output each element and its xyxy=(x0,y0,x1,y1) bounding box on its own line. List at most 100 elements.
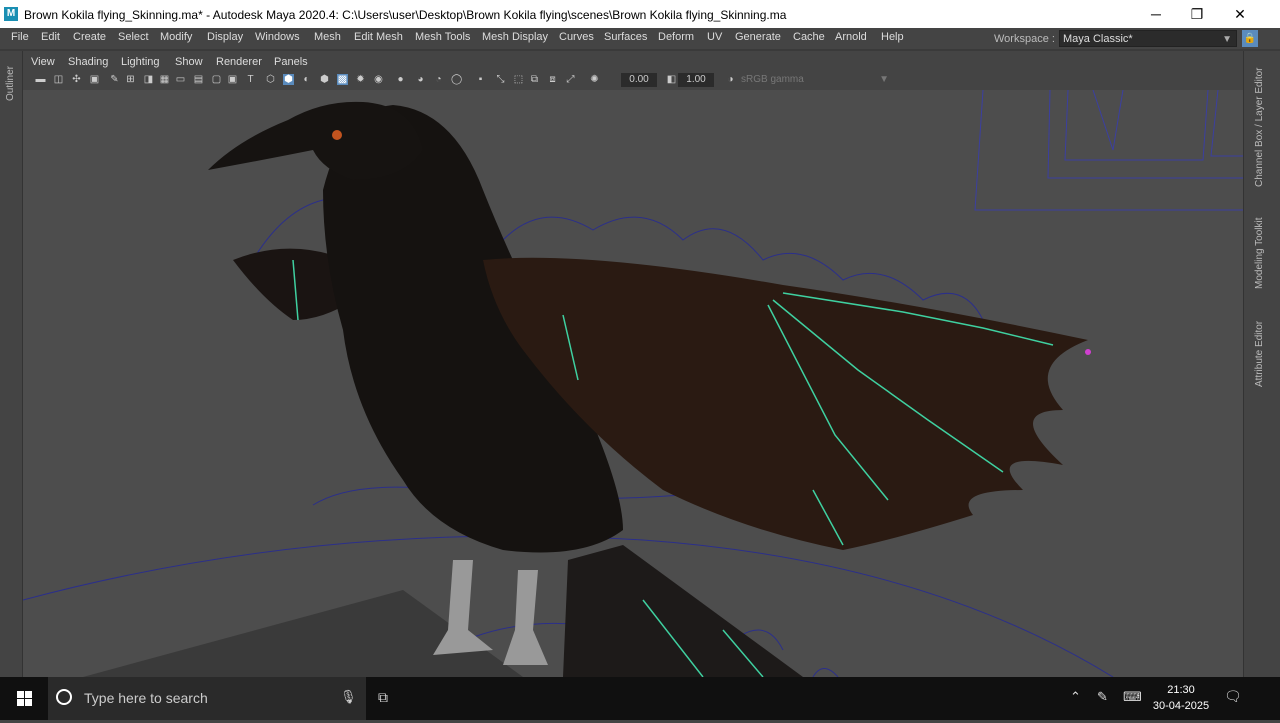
panel-menu-view[interactable]: View xyxy=(31,56,55,68)
xray-icon[interactable]: ▩ xyxy=(337,74,348,85)
outliner-dock[interactable]: Outliner xyxy=(0,51,23,677)
lock-icon[interactable]: 🔒 xyxy=(1242,30,1258,47)
grid-toggle-icon[interactable]: ⧉ xyxy=(529,74,540,85)
title-bar: M Brown Kokila flying_Skinning.ma* - Aut… xyxy=(0,0,1280,28)
isolate-select-icon[interactable]: ▪ xyxy=(475,74,486,85)
bird-head xyxy=(208,101,423,180)
menu-deform[interactable]: Deform xyxy=(658,31,694,43)
safe-title-icon[interactable]: ▣ xyxy=(227,74,238,85)
menu-display[interactable]: Display xyxy=(207,31,243,43)
outliner-tab[interactable]: Outliner xyxy=(5,66,16,101)
menu-mesh-tools[interactable]: Mesh Tools xyxy=(415,31,470,43)
menu-curves[interactable]: Curves xyxy=(559,31,594,43)
workspace-dropdown[interactable]: Maya Classic* ▼ xyxy=(1059,30,1237,47)
panel-menu-show[interactable]: Show xyxy=(175,56,203,68)
bookmark-icon[interactable]: ✣ xyxy=(71,74,82,85)
film-gate-icon[interactable]: ◨ xyxy=(143,74,154,85)
taskbar-search-box[interactable]: Type here to search 🎙 xyxy=(48,677,366,720)
ambient-occlusion-icon[interactable]: ● xyxy=(395,74,406,85)
start-button[interactable] xyxy=(0,677,48,720)
gate-mask-icon[interactable]: ▭ xyxy=(175,74,186,85)
frame-icon[interactable]: ⤢ xyxy=(565,74,576,85)
textured-icon[interactable]: ⬢ xyxy=(319,74,330,85)
chevron-down-icon: ▼ xyxy=(1222,34,1232,45)
select-camera-icon[interactable]: ▬ xyxy=(35,74,46,85)
attribute-editor-tab[interactable]: Attribute Editor xyxy=(1254,321,1265,387)
panel-menu-shading[interactable]: Shading xyxy=(68,56,108,68)
color-space-value: sRGB gamma xyxy=(741,74,804,85)
task-view-icon[interactable]: ⧉ xyxy=(378,689,396,707)
menu-help[interactable]: Help xyxy=(881,31,904,43)
panel-toolbar: ▬ ◫ ✣ ▣ ✎ ⊞ ◨ ▦ ▭ ▤ ▢ ▣ T ⬡ ⬢ ◐ ⬢ ▩ ✹ ◉ … xyxy=(23,71,1243,89)
bird-leg-right xyxy=(503,570,548,665)
text-icon[interactable]: T xyxy=(245,74,256,85)
image-plane-icon[interactable]: ▣ xyxy=(89,74,100,85)
workspace-value: Maya Classic* xyxy=(1063,33,1133,45)
workspace-label: Workspace : xyxy=(994,33,1055,45)
menu-create[interactable]: Create xyxy=(73,31,106,43)
panel-menu-lighting[interactable]: Lighting xyxy=(121,56,160,68)
scene-render[interactable] xyxy=(23,90,1243,677)
grid-icon[interactable]: ⊞ xyxy=(125,74,136,85)
microphone-icon[interactable]: 🎙 xyxy=(340,689,357,705)
gamma-icon: ◧ xyxy=(666,74,677,85)
menu-cache[interactable]: Cache xyxy=(793,31,825,43)
color-management-icon[interactable]: ◑ xyxy=(725,74,736,85)
camera-settings-icon[interactable]: ⧈ xyxy=(547,74,558,85)
exposure-field[interactable]: 0.00 xyxy=(621,73,657,87)
shadows-icon[interactable]: ◉ xyxy=(373,74,384,85)
smooth-shade-icon[interactable]: ⬢ xyxy=(283,74,294,85)
wireframe-icon[interactable]: ⬡ xyxy=(265,74,276,85)
maximize-button[interactable]: ❐ xyxy=(1175,2,1219,26)
clock-date: 30-04-2025 xyxy=(1152,700,1210,712)
menu-windows[interactable]: Windows xyxy=(255,31,300,43)
xray-joints-icon[interactable]: ⤡ xyxy=(495,74,506,85)
system-clock[interactable]: 21:30 30-04-2025 xyxy=(1148,682,1214,714)
close-button[interactable]: ✕ xyxy=(1218,2,1262,26)
menu-edit[interactable]: Edit xyxy=(41,31,60,43)
menu-select[interactable]: Select xyxy=(118,31,149,43)
windows-logo-icon xyxy=(17,691,32,706)
menu-uv[interactable]: UV xyxy=(707,31,722,43)
3d-viewport[interactable] xyxy=(23,90,1243,677)
menu-modify[interactable]: Modify xyxy=(160,31,192,43)
menu-generate[interactable]: Generate xyxy=(735,31,781,43)
grease-pencil-icon[interactable]: ✎ xyxy=(109,74,120,85)
panel-menu-renderer[interactable]: Renderer xyxy=(216,56,262,68)
chevron-down-icon: ▼ xyxy=(879,74,889,85)
menu-surfaces[interactable]: Surfaces xyxy=(604,31,647,43)
menu-mesh[interactable]: Mesh xyxy=(314,31,341,43)
modeling-toolkit-tab[interactable]: Modeling Toolkit xyxy=(1254,217,1265,289)
keyboard-icon[interactable]: ⌨ xyxy=(1123,689,1142,705)
antialias-icon[interactable]: ◔ xyxy=(433,74,444,85)
bird-leg-left xyxy=(433,560,493,655)
gamma-field[interactable]: 1.00 xyxy=(678,73,714,87)
window-title: Brown Kokila flying_Skinning.ma* - Autod… xyxy=(24,8,787,22)
channel-box-tab[interactable]: Channel Box / Layer Editor xyxy=(1254,67,1265,187)
camera-attributes-icon[interactable]: ◫ xyxy=(53,74,64,85)
depth-of-field-icon[interactable]: ◯ xyxy=(451,74,462,85)
menu-edit-mesh[interactable]: Edit Mesh xyxy=(354,31,403,43)
safe-action-icon[interactable]: ▢ xyxy=(211,74,222,85)
divider xyxy=(0,49,1280,51)
menu-file[interactable]: File xyxy=(11,31,29,43)
motion-blur-icon[interactable]: ◕ xyxy=(415,74,426,85)
field-chart-icon[interactable]: ▤ xyxy=(193,74,204,85)
notifications-icon[interactable]: 🗨 xyxy=(1224,688,1242,705)
wing-tip-joint xyxy=(1085,349,1091,355)
xray-active-icon[interactable]: ⬚ xyxy=(513,74,524,85)
wireframe-on-shaded-icon[interactable]: ◐ xyxy=(301,74,312,85)
search-placeholder: Type here to search xyxy=(84,690,208,706)
menu-arnold[interactable]: Arnold xyxy=(835,31,867,43)
resolution-gate-icon[interactable]: ▦ xyxy=(159,74,170,85)
panel-menu-bar: View Shading Lighting Show Renderer Pane… xyxy=(23,53,1243,71)
pen-workspace-icon[interactable]: ✎ xyxy=(1097,689,1108,705)
cortana-icon xyxy=(56,689,72,705)
menu-mesh-display[interactable]: Mesh Display xyxy=(482,31,548,43)
panel-menu-panels[interactable]: Panels xyxy=(274,56,308,68)
color-space-dropdown[interactable]: sRGB gamma ▼ xyxy=(741,73,889,87)
chevron-up-icon[interactable]: ⌃ xyxy=(1070,689,1081,705)
bird-eye xyxy=(332,130,342,140)
lights-icon[interactable]: ✹ xyxy=(355,74,366,85)
minimize-button[interactable]: ─ xyxy=(1134,2,1178,26)
